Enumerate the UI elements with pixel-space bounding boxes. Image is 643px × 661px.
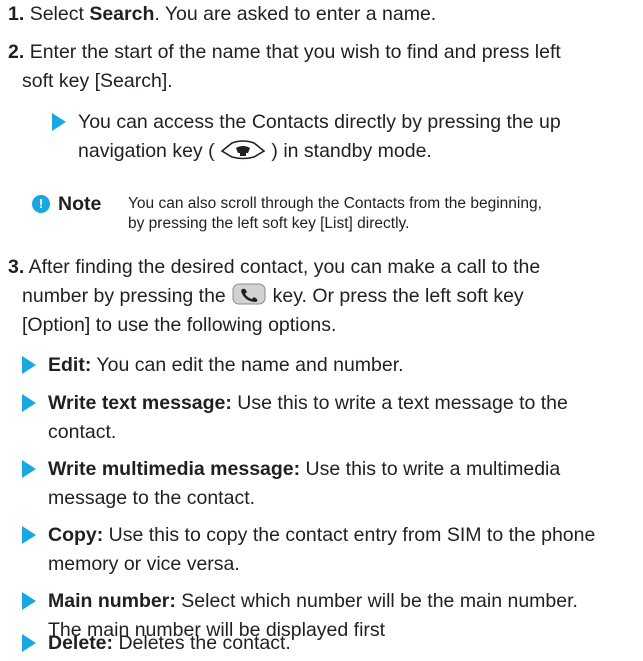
option-desc-line-2: memory or vice versa. [48,553,240,575]
bullet-arrow-icon [22,356,36,374]
bullet-arrow-icon [52,113,66,131]
tip-line-1: You can access the Contacts directly by … [78,111,561,133]
option-term: Main number: [48,590,176,612]
option-desc: Use this to write a text message to the [231,392,568,414]
step-line-2-end: key. Or press the left soft key [267,285,524,307]
bullet-arrow-icon [22,634,36,652]
option-desc: Deletes the contact. [113,632,291,654]
step-line-2-start: number by pressing the [22,285,232,307]
option-term: Write text message: [48,392,232,414]
bullet-arrow-icon [22,526,36,544]
send-key-icon [232,283,266,305]
option-item-delete: Delete: Deletes the contact. [22,629,634,658]
option-desc-line-2: contact. [48,421,117,443]
step-line-1: Enter the start of the name that you wis… [29,41,561,63]
step-line-3: [Option] to use the following options. [22,314,337,336]
step-number: 2. [8,41,25,63]
note-line-1: You can also scroll through the Contacts… [128,195,542,212]
option-term: Copy: [48,524,104,546]
option-desc: You can edit the name and number. [91,354,404,376]
bullet-arrow-icon [22,394,36,412]
note-box: ! Note You can also scroll through the C… [32,190,632,234]
option-desc: Use this to copy the contact entry from … [103,524,596,546]
up-navigation-key-icon [220,140,266,160]
option-term: Edit: [48,354,92,376]
tip-bullet: You can access the Contacts directly by … [52,108,612,166]
tip-line-2-end: ) in standby mode. [266,140,432,162]
step-bold-term: Search [89,3,155,25]
tip-line-2-start: navigation key ( [78,140,220,162]
option-item-write-text-message: Write text message: Use this to write a … [22,389,634,447]
step-1: 1. Select Search. You are asked to enter… [8,0,636,29]
step-number: 1. [8,3,25,25]
manual-page: 1. Select Search. You are asked to enter… [0,0,643,661]
step-number: 3. [8,256,25,278]
note-body: You can also scroll through the Contacts… [128,194,598,234]
step-3: 3. After finding the desired contact, yo… [8,253,636,340]
step-line-2: soft key [Search]. [22,70,173,92]
option-desc: Use this to write a multimedia [300,458,561,480]
note-line-2: by pressing the left soft key [List] dir… [128,215,410,232]
note-label: Note [58,193,102,215]
bullet-arrow-icon [22,460,36,478]
option-desc-line-2: message to the contact. [48,487,256,509]
option-desc: Select which number will be the main num… [175,590,578,612]
bullet-arrow-icon [22,592,36,610]
step-line-1: After finding the desired contact, you c… [28,256,541,278]
option-item-copy: Copy: Use this to copy the contact entry… [22,521,634,579]
option-item-write-multimedia-message: Write multimedia message: Use this to wr… [22,455,634,513]
step-text-end: . You are asked to enter a name. [154,3,437,25]
option-term: Write multimedia message: [48,458,301,480]
step-2: 2. Enter the start of the name that you … [8,38,636,96]
info-icon: ! [32,195,50,213]
option-term: Delete: [48,632,114,654]
step-text: Select [29,3,90,25]
option-item-edit: Edit: You can edit the name and number. [22,351,634,380]
